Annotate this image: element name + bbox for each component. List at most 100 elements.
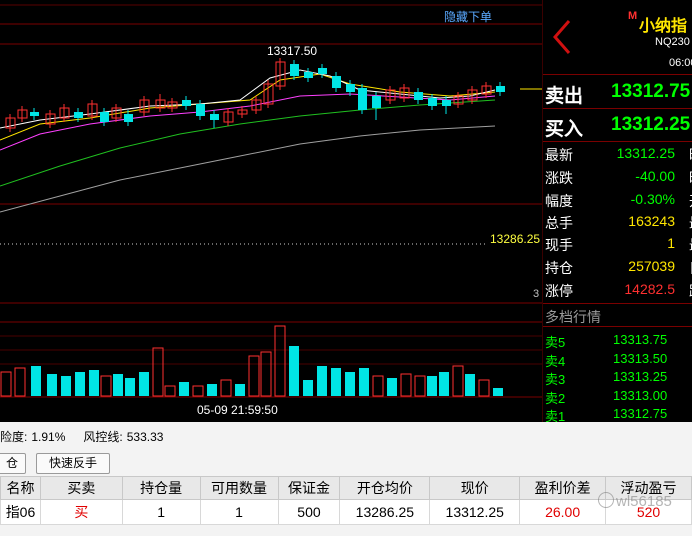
depth-row[interactable]: 卖4 13313.50: [543, 349, 692, 369]
kline-chart-svg: [0, 4, 542, 398]
stat-row: 涨停14282.5跌: [543, 278, 692, 299]
symbol-code: NQ230: [655, 36, 690, 48]
volume-bar: [317, 366, 327, 396]
stat-value: 1: [667, 235, 675, 251]
candle-body: [318, 68, 327, 74]
volume-bar: [164, 385, 176, 397]
position-table: 名称 买卖 持仓量 可用数量 保证金 开仓均价 现价 盈利价差 浮动盈亏 指06 买 1 1 500 13…: [0, 476, 692, 525]
watermark: wl56185: [598, 492, 672, 510]
volume-bar: [493, 388, 503, 396]
candle-body: [332, 76, 341, 88]
stat-value: 257039: [628, 258, 675, 274]
divider: [543, 303, 692, 304]
control-value: 533.33: [126, 430, 164, 444]
stat-value: -40.00: [635, 168, 675, 184]
volume-bar: [387, 378, 397, 396]
column-header[interactable]: 买卖: [39, 476, 123, 500]
candle-body: [30, 112, 39, 116]
cell-side: 买: [39, 499, 123, 525]
volume-bar: [427, 376, 437, 396]
cell-name: 指06: [0, 499, 41, 525]
stat-label: 持仓: [545, 260, 573, 276]
volume-bar: [179, 382, 189, 396]
volume-bar: [303, 380, 313, 396]
cell-margin: 500: [277, 499, 341, 525]
market-badge: M: [628, 10, 638, 22]
candle-body: [74, 112, 83, 118]
volume-bar: [113, 374, 123, 396]
divider: [543, 326, 692, 327]
volume-bar: [220, 379, 232, 397]
stat-row: 涨跌-40.00昨: [543, 165, 692, 186]
volume-bar: [452, 365, 464, 397]
axis-marker: 3: [533, 288, 540, 300]
depth-price: 13313.25: [613, 369, 668, 385]
volume-bar: [372, 375, 384, 397]
volume-bar: [359, 368, 369, 396]
depth-row[interactable]: 卖5 13313.75: [543, 330, 692, 350]
cell-available: 1: [199, 499, 279, 525]
column-header[interactable]: 保证金: [277, 476, 341, 500]
kline-chart[interactable]: 隐藏下单 13317.50 13286.25 3 05-09 21:59:50: [0, 0, 542, 422]
symbol-name: 小纳指: [639, 18, 688, 35]
watermark-icon: [598, 492, 614, 508]
depth-row[interactable]: 卖2 13313.00: [543, 386, 692, 406]
bid-row[interactable]: 买入 13312.25: [543, 110, 692, 140]
candle-body: [442, 100, 451, 106]
crosshair-time-label: 05-09 21:59:50: [197, 403, 278, 417]
depth-price: 13312.75: [613, 406, 668, 422]
cell-position: 1: [121, 499, 201, 525]
volume-bar: [0, 371, 12, 397]
volume-bar: [400, 373, 412, 397]
ask-row[interactable]: 卖出 13312.75: [543, 77, 692, 107]
column-header[interactable]: 名称: [0, 476, 41, 500]
ask-label: 卖出: [545, 86, 584, 107]
table-header: 名称 买卖 持仓量 可用数量 保证金 开仓均价 现价 盈利价差 浮动盈亏: [0, 476, 692, 500]
candle-body: [124, 114, 133, 122]
candle-body: [100, 112, 109, 122]
column-header[interactable]: 可用数量: [199, 476, 279, 500]
risk-label: 险度:: [0, 430, 28, 444]
volume-bar: [465, 374, 475, 396]
volume-bar: [248, 355, 260, 397]
volume-bar: [139, 372, 149, 396]
depth-row[interactable]: 卖1 13312.75: [543, 404, 692, 422]
table-row[interactable]: 指06 买 1 1 500 13286.25 13312.25 26.00 520: [0, 499, 692, 525]
volume-bar: [61, 376, 71, 396]
hide-order-link[interactable]: 隐藏下单: [444, 8, 492, 25]
volume-bar: [414, 375, 426, 397]
trade-panel: 险度: 1.91% 风控线: 533.33 仓 快速反手 名称 买卖 持仓量 可用数量 保证金…: [0, 422, 692, 536]
bid-price: 13312.25: [611, 114, 691, 135]
volume-bar: [235, 384, 245, 396]
candle-body: [358, 88, 367, 110]
column-header[interactable]: 开仓均价: [339, 476, 431, 500]
ma-slowest-line: [0, 125, 496, 213]
candle-body: [290, 64, 299, 76]
column-header[interactable]: 现价: [429, 476, 521, 500]
candle-body: [210, 114, 219, 120]
volume-bar: [478, 379, 490, 397]
close-position-button[interactable]: 仓: [0, 453, 26, 474]
risk-info: 险度: 1.91% 风控线: 533.33: [0, 428, 167, 445]
stat-value: 13312.25: [616, 145, 675, 161]
depth-row[interactable]: 卖3 13313.25: [543, 367, 692, 387]
depth-price: 13313.75: [613, 332, 668, 347]
volume-bar: [47, 374, 57, 396]
column-header[interactable]: 持仓量: [121, 476, 201, 500]
back-arrow-icon[interactable]: [551, 18, 573, 56]
stat-value: 14282.5: [624, 281, 675, 297]
volume-bar: [260, 351, 272, 397]
peak-price-label: 13317.50: [267, 44, 318, 58]
volume-bar: [125, 378, 135, 396]
column-header[interactable]: 盈利价差: [519, 476, 607, 500]
candle-body: [304, 72, 313, 78]
cell-current: 13312.25: [429, 499, 521, 525]
quick-reverse-button[interactable]: 快速反手: [36, 453, 110, 474]
volume-bar: [207, 384, 217, 396]
divider: [543, 74, 692, 75]
volume-bar: [152, 347, 164, 397]
quote-panel: M 小纳指 NQ230 06:00-05 卖出 13312.75 买入 1331…: [542, 0, 692, 422]
stat-row: 幅度-0.30%开: [543, 188, 692, 209]
stat-label: 现手: [545, 237, 573, 253]
ma-long-line: [0, 93, 496, 151]
